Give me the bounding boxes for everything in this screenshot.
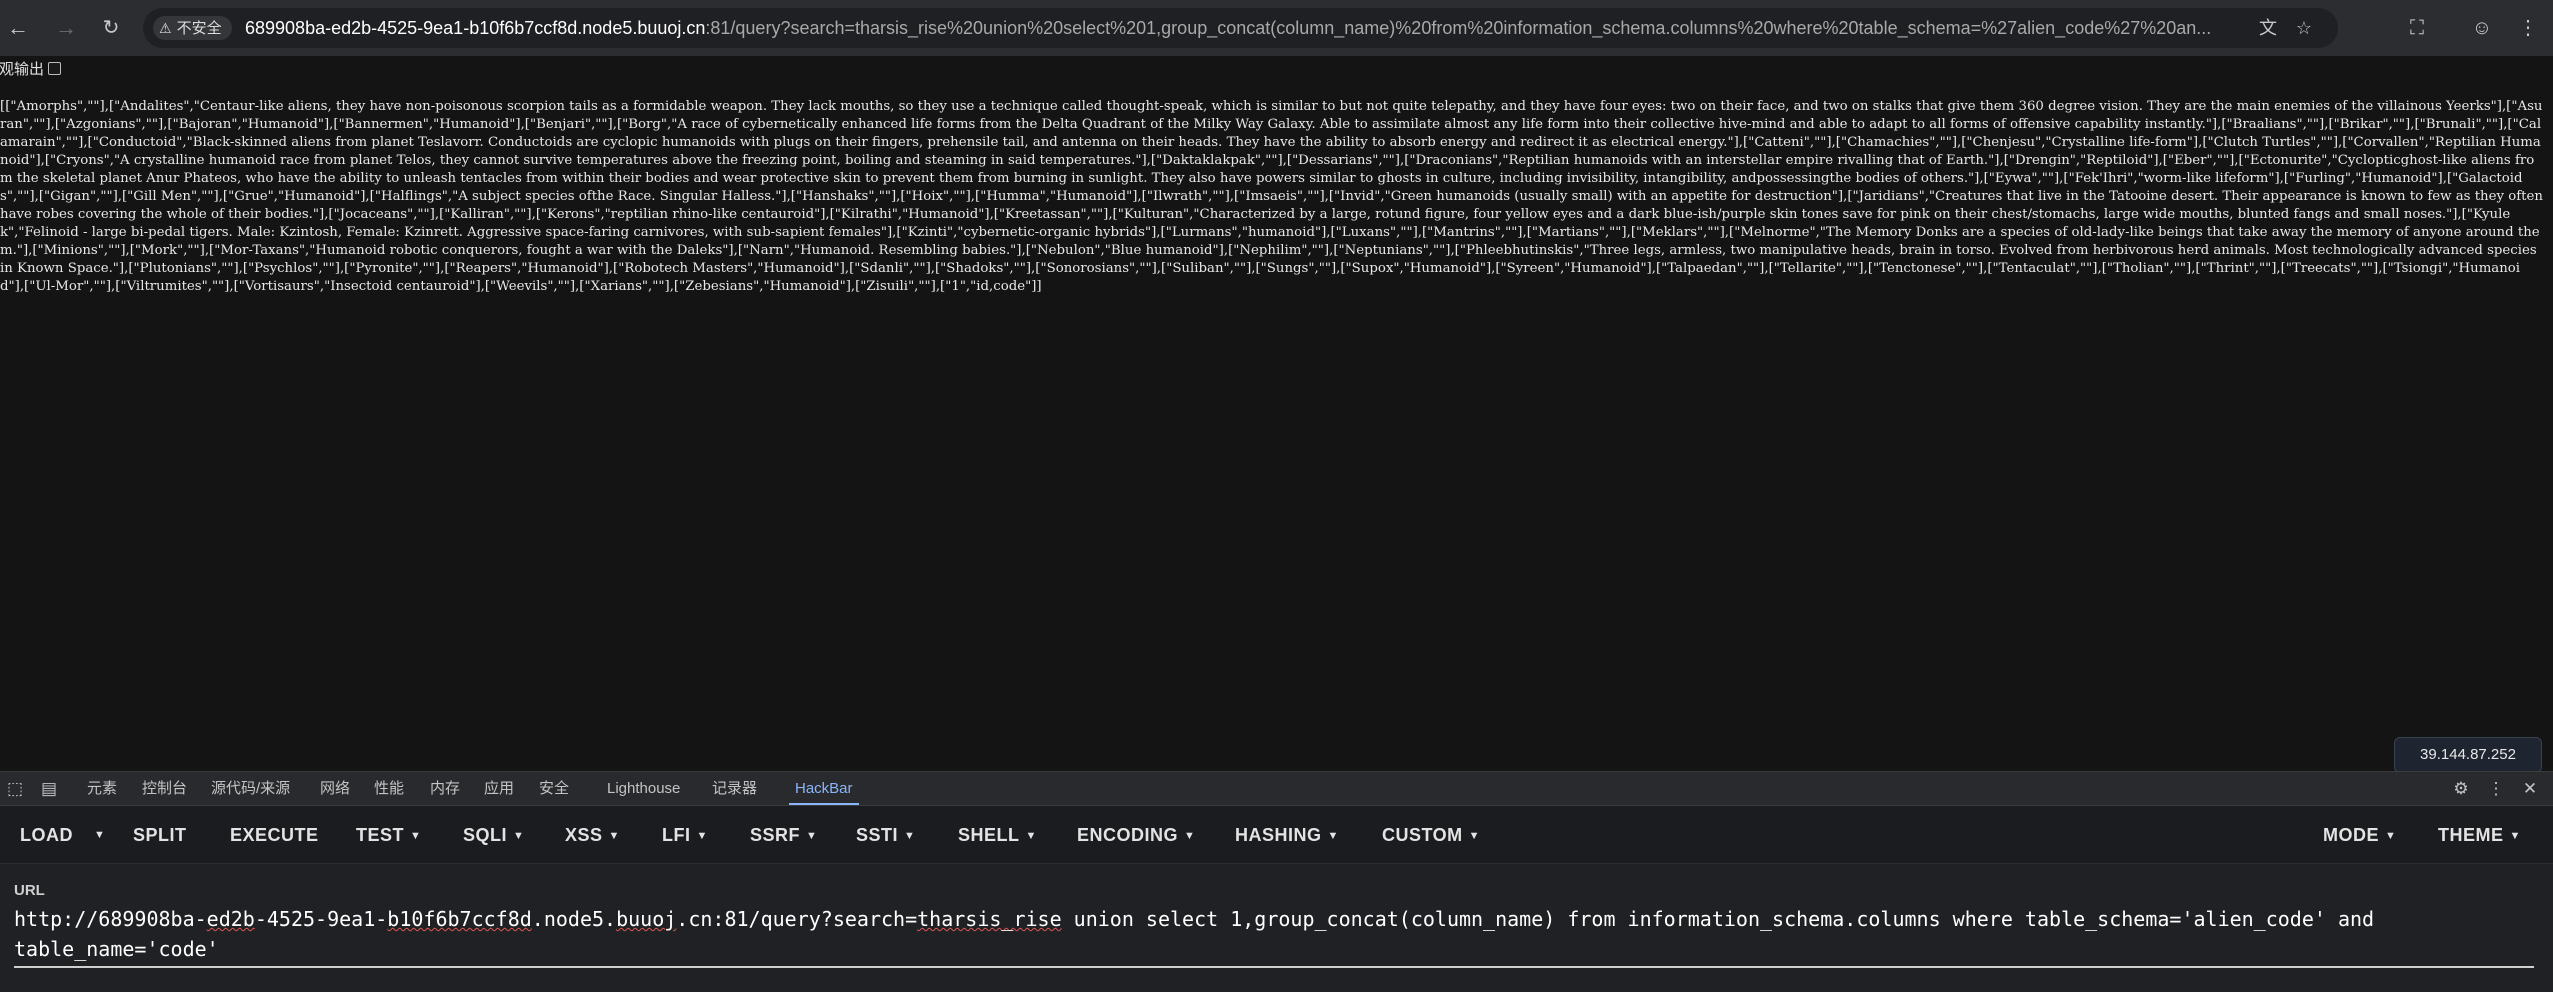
tab-network[interactable]: 网络 <box>320 772 350 805</box>
caret-down-icon: ▼ <box>904 830 916 842</box>
url-part: .node5. <box>531 907 617 931</box>
forward-arrow-icon[interactable]: → <box>50 12 82 44</box>
kebab-menu-icon[interactable]: ⋮ <box>2512 12 2544 44</box>
devtools-tab-bar: ⬚ ▤ 元素 控制台 源代码/来源 网络 性能 内存 应用 安全 Lightho… <box>0 772 2553 806</box>
mode-label: MODE <box>2323 825 2379 845</box>
load-dropdown-caret[interactable]: ▼ <box>94 806 105 864</box>
browser-toolbar: ← → ↻ ⚠ 不安全 689908ba-ed2b-4525-9ea1-b10f6… <box>0 0 2553 56</box>
xss-label: XSS <box>565 825 603 845</box>
url-part: buuoj <box>616 907 677 931</box>
puzzle-icon[interactable]: ⛶ <box>2401 12 2433 44</box>
execute-button[interactable]: EXECUTE <box>230 806 319 864</box>
hackbar-toolbar: LOAD ▼ SPLIT EXECUTE TEST ▼ SQLI ▼ XSS ▼ LF… <box>0 806 2553 864</box>
shell-menu[interactable]: SHELL ▼ <box>958 806 1037 864</box>
theme-label: THEME <box>2438 825 2504 845</box>
custom-menu[interactable]: CUSTOM ▼ <box>1382 806 1480 864</box>
custom-label: CUSTOM <box>1382 825 1463 845</box>
devtools-panel: ⬚ ▤ 元素 控制台 源代码/来源 网络 性能 内存 应用 安全 Lightho… <box>0 771 2553 992</box>
lfi-menu[interactable]: LFI ▼ <box>662 806 708 864</box>
url-textarea[interactable]: http://689908ba-ed2b-4525-9ea1-b10f6b7cc… <box>14 904 2534 968</box>
ip-badge: 39.144.87.252 <box>2394 737 2542 773</box>
tab-memory[interactable]: 内存 <box>430 772 460 805</box>
ssrf-menu[interactable]: SSRF ▼ <box>750 806 817 864</box>
close-icon[interactable]: ✕ <box>2518 777 2542 801</box>
inspect-element-icon[interactable]: ⬚ <box>3 777 27 801</box>
address-text[interactable]: 689908ba-ed2b-4525-9ea1-b10f6b7ccf8d.nod… <box>245 8 2238 48</box>
page-content: 美观输出 [["Amorphs",""],["Andalites","Centa… <box>0 56 2553 771</box>
caret-down-icon: ▼ <box>1468 830 1481 842</box>
tab-lighthouse[interactable]: Lighthouse <box>607 772 680 805</box>
lfi-label: LFI <box>662 825 691 845</box>
url-part: b10f6b7ccf8d <box>387 907 532 931</box>
device-toolbar-icon[interactable]: ▤ <box>37 777 61 801</box>
test-menu[interactable]: TEST ▼ <box>356 806 421 864</box>
caret-down-icon: ▼ <box>608 830 620 842</box>
theme-menu[interactable]: THEME ▼ <box>2438 806 2521 864</box>
caret-down-icon: ▼ <box>410 830 422 842</box>
caret-down-icon: ▼ <box>806 830 818 842</box>
caret-down-icon: ▼ <box>696 830 708 842</box>
back-arrow-icon[interactable]: ← <box>2 12 34 44</box>
encoding-menu[interactable]: ENCODING ▼ <box>1077 806 1195 864</box>
ssti-menu[interactable]: SSTI ▼ <box>856 806 915 864</box>
hashing-menu[interactable]: HASHING ▼ <box>1235 806 1339 864</box>
warning-icon: ⚠ <box>159 20 172 36</box>
ssti-label: SSTI <box>856 825 899 845</box>
url-part: ed2b <box>206 907 255 931</box>
ssrf-label: SSRF <box>750 825 801 845</box>
security-indicator[interactable]: ⚠ 不安全 <box>153 16 232 40</box>
sqli-label: SQLI <box>463 825 508 845</box>
mode-menu[interactable]: MODE ▼ <box>2323 806 2396 864</box>
load-label: LOAD <box>20 825 73 845</box>
gear-icon[interactable]: ⚙ <box>2449 777 2473 801</box>
caret-down-icon: ▼ <box>1025 830 1037 842</box>
pretty-print-toggle[interactable]: 美观输出 <box>0 60 62 80</box>
kebab-menu-icon[interactable]: ⋮ <box>2484 777 2508 801</box>
load-button[interactable]: LOAD <box>20 806 73 864</box>
caret-down-icon: ▼ <box>513 830 525 842</box>
security-label: 不安全 <box>176 20 222 37</box>
tab-console[interactable]: 控制台 <box>142 772 187 805</box>
caret-down-icon: ▼ <box>2509 830 2521 842</box>
url-part: .cn:81/query?search= <box>676 907 918 931</box>
encoding-label: ENCODING <box>1077 825 1179 845</box>
tab-sources[interactable]: 源代码/来源 <box>211 772 290 805</box>
test-label: TEST <box>356 825 405 845</box>
execute-label: EXECUTE <box>230 825 319 845</box>
address-bar[interactable]: ⚠ 不安全 689908ba-ed2b-4525-9ea1-b10f6b7ccf8… <box>143 8 2338 48</box>
response-body: [["Amorphs",""],["Andalites","Centaur-li… <box>0 99 2543 294</box>
caret-down-icon: ▼ <box>1184 830 1196 842</box>
url-path: :81/query?search=tharsis_rise%20union%20… <box>705 18 2212 38</box>
url-host: 689908ba-ed2b-4525-9ea1-b10f6b7ccf8d.nod… <box>245 18 706 38</box>
translate-icon[interactable]: 文 <box>2256 16 2280 40</box>
url-field-label: URL <box>14 882 45 899</box>
profile-icon[interactable]: ☺ <box>2466 12 2498 44</box>
tab-hackbar[interactable]: HackBar <box>789 772 859 805</box>
tab-recorder[interactable]: 记录器 <box>712 772 757 805</box>
tab-performance[interactable]: 性能 <box>374 772 404 805</box>
tab-security[interactable]: 安全 <box>539 772 569 805</box>
split-label: SPLIT <box>133 825 187 845</box>
url-part: http://689908ba- <box>14 907 207 931</box>
caret-down-icon: ▼ <box>2385 830 2397 842</box>
hackbar-url-section: URL http://689908ba-ed2b-4525-9ea1-b10f6… <box>0 864 2553 992</box>
tab-application[interactable]: 应用 <box>484 772 514 805</box>
xss-menu[interactable]: XSS ▼ <box>565 806 620 864</box>
url-part: -4525-9ea1- <box>254 907 388 931</box>
star-icon[interactable]: ☆ <box>2292 16 2316 40</box>
url-part: tharsis_rise <box>917 907 1062 931</box>
caret-down-icon: ▼ <box>1327 830 1339 842</box>
hashing-label: HASHING <box>1235 825 1322 845</box>
split-button[interactable]: SPLIT <box>133 806 187 864</box>
reload-icon[interactable]: ↻ <box>95 12 127 44</box>
pretty-print-label: 美观输出 <box>0 61 45 78</box>
tab-elements[interactable]: 元素 <box>87 772 117 805</box>
sqli-menu[interactable]: SQLI ▼ <box>463 806 524 864</box>
pretty-print-checkbox[interactable] <box>48 62 62 75</box>
shell-label: SHELL <box>958 825 1020 845</box>
